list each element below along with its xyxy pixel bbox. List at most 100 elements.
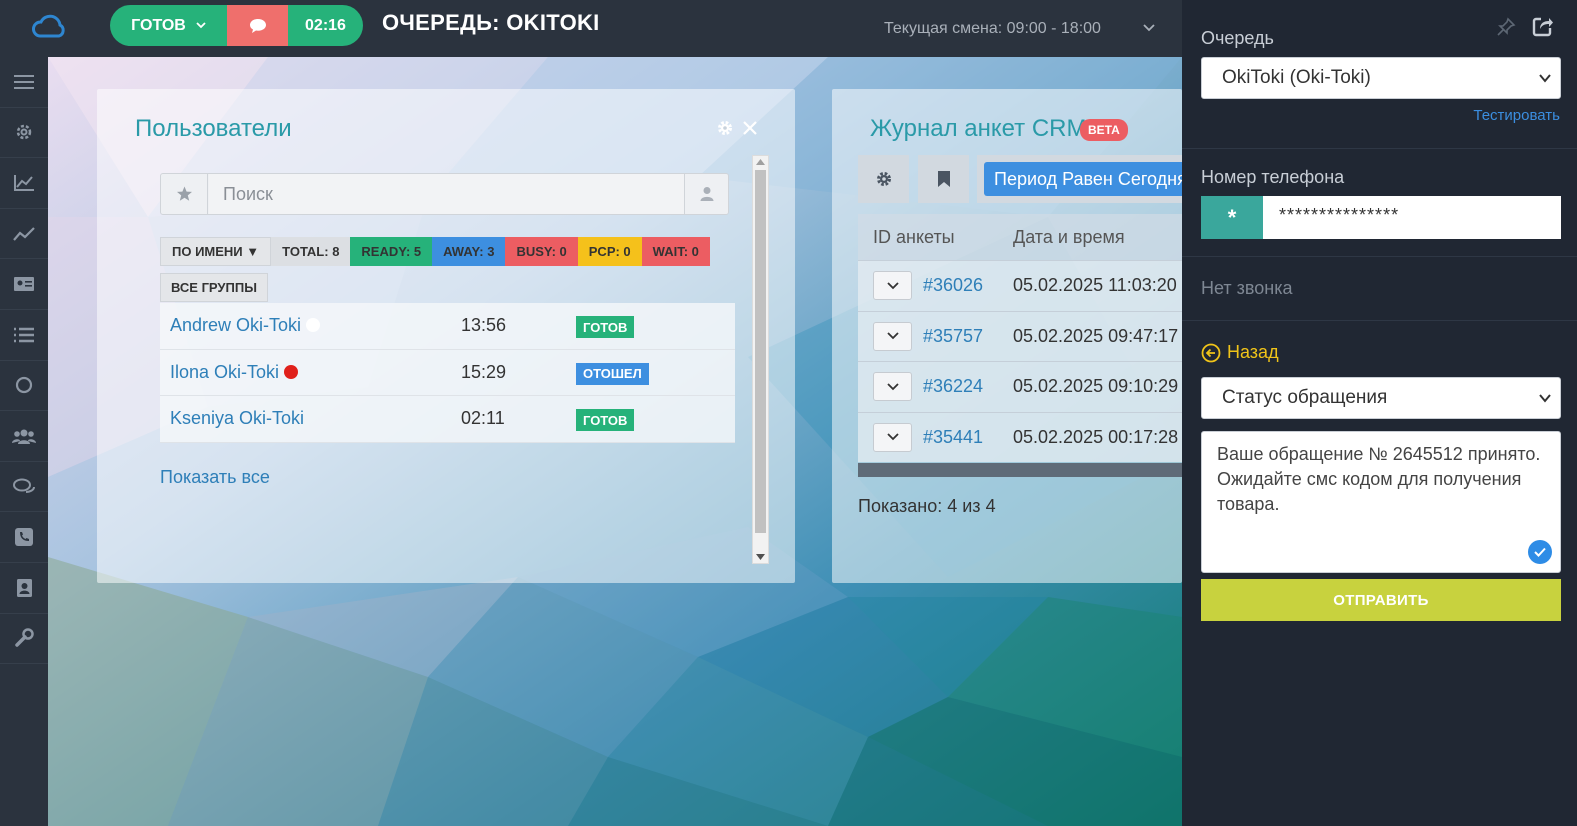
settings-gear-icon[interactable] — [0, 108, 48, 159]
bookmark-icon — [937, 171, 950, 187]
agent-status-label: ГОТОВ — [131, 16, 186, 34]
beta-badge: BETA — [1080, 119, 1128, 141]
filter-pcp[interactable]: PCP: 0 — [577, 237, 642, 266]
close-icon[interactable] — [743, 121, 757, 135]
survey-date: 05.02.2025 00:17:28 — [1013, 426, 1179, 447]
period-filter[interactable]: Период Равен Сегодня — [984, 162, 1182, 196]
back-button[interactable]: Назад — [1201, 342, 1279, 363]
asterisk-icon[interactable]: * — [1201, 196, 1263, 239]
chat-button[interactable] — [227, 5, 288, 46]
filter-busy[interactable]: BUSY: 0 — [505, 237, 578, 266]
filter-wait[interactable]: WAIT: 0 — [641, 237, 710, 266]
expand-row-button[interactable] — [873, 422, 912, 452]
status-badge: ОТОШЕЛ — [576, 362, 649, 385]
agent-status-group: ГОТОВ 02:16 — [110, 5, 363, 46]
arrow-left-circle-icon — [1201, 343, 1221, 362]
shown-count: Показано: 4 из 4 — [858, 496, 996, 516]
area-chart-icon[interactable] — [0, 158, 48, 209]
expand-row-button[interactable] — [873, 271, 912, 300]
queue-title: ОЧЕРЕДЬ: OKITOKI — [382, 10, 600, 35]
crm-journal-panel: Журнал анкет CRM BETA Период Равен Сегод… — [832, 89, 1182, 583]
filter-ready[interactable]: READY: 5 — [350, 237, 433, 266]
chevron-down-icon — [886, 281, 899, 289]
survey-date: 05.02.2025 09:47:17 — [1013, 325, 1179, 346]
scroll-up-icon[interactable] — [756, 159, 765, 165]
call-control-panel: Очередь OkiToki (Oki-Toki) Тестировать Н… — [1182, 0, 1577, 826]
expand-row-button[interactable] — [873, 372, 912, 402]
shift-label[interactable]: Текущая смена: 09:00 - 18:00 — [884, 20, 1101, 38]
expand-row-button[interactable] — [873, 321, 912, 351]
show-all-link[interactable]: Показать все — [160, 467, 270, 488]
crm-bookmark-button[interactable] — [918, 155, 969, 203]
phone-number-field[interactable]: * *************** — [1201, 196, 1561, 239]
user-name[interactable]: Kseniya Oki-Toki — [170, 408, 304, 428]
chevron-down-icon — [886, 433, 899, 441]
star-icon[interactable] — [161, 174, 208, 214]
wrench-icon[interactable] — [0, 614, 48, 665]
column-id-header[interactable]: ID анкеты — [873, 227, 955, 248]
agent-status-dropdown[interactable]: ГОТОВ — [110, 5, 227, 46]
chat-icon[interactable] — [0, 462, 48, 513]
line-chart-icon[interactable] — [0, 209, 48, 260]
column-date-header[interactable]: Дата и время — [1013, 227, 1125, 248]
user-search-box — [160, 173, 729, 215]
crm-horizontal-scrollbar[interactable] — [858, 463, 1182, 477]
status-timer: 02:16 — [288, 5, 363, 46]
back-label: Назад — [1227, 342, 1279, 362]
menu-icon[interactable] — [0, 57, 48, 108]
check-icon — [1528, 540, 1552, 564]
table-row: #36026 05.02.2025 11:03:20 — [858, 260, 1182, 311]
cloud-logo-icon[interactable] — [30, 11, 70, 41]
filter-away[interactable]: AWAY: 3 — [432, 237, 506, 266]
message-textarea[interactable]: Ваше обращение № 2645512 принято. Ожидай… — [1201, 431, 1561, 573]
user-search-input[interactable] — [209, 174, 684, 214]
chevron-down-icon[interactable] — [1143, 24, 1155, 32]
survey-id-link[interactable]: #35441 — [923, 427, 983, 448]
scroll-down-icon[interactable] — [756, 554, 765, 560]
user-status-time: 15:29 — [461, 361, 507, 382]
chevron-down-icon — [196, 22, 206, 29]
chevron-down-icon — [886, 383, 899, 390]
filter-total[interactable]: TOTAL: 8 — [271, 237, 351, 266]
survey-id-link[interactable]: #36026 — [923, 275, 983, 296]
sort-by-name-button[interactable]: ПО ИМЕНИ ▼ — [160, 237, 272, 266]
survey-id-link[interactable]: #35757 — [923, 326, 983, 347]
crm-table: ID анкеты Дата и время #36026 05.02.2025… — [858, 214, 1182, 463]
send-button[interactable]: ОТПРАВИТЬ — [1201, 579, 1561, 621]
test-link[interactable]: Тестировать — [1473, 107, 1560, 124]
gear-icon[interactable] — [716, 119, 734, 137]
table-row: Kseniya Oki-Toki 02:11 ГОТОВ — [160, 396, 735, 443]
table-row: #35441 05.02.2025 00:17:28 — [858, 411, 1182, 463]
scroll-thumb[interactable] — [755, 170, 766, 533]
top-bar: ГОТОВ 02:16 ОЧЕРЕДЬ: OKITOKI Текущая сме… — [0, 0, 1182, 57]
chevron-down-icon — [1539, 394, 1551, 403]
queue-label: Очередь — [1201, 28, 1274, 48]
divider — [1182, 256, 1577, 257]
external-link-icon[interactable] — [1532, 15, 1554, 37]
phone-number-value[interactable]: *************** — [1263, 196, 1561, 239]
user-name[interactable]: Ilona Oki-Toki — [170, 362, 279, 382]
presence-dot — [306, 318, 321, 332]
users-group-icon[interactable] — [0, 411, 48, 462]
phone-icon[interactable] — [0, 512, 48, 563]
left-navigation — [0, 57, 48, 826]
circle-icon[interactable] — [0, 361, 48, 412]
user-name[interactable]: Andrew Oki-Toki — [170, 315, 301, 335]
users-panel: Пользователи ПО ИМЕНИ ▼ TOTAL: 8 READY: … — [97, 89, 795, 583]
contact-card-icon[interactable] — [0, 259, 48, 310]
gear-icon — [876, 172, 891, 186]
table-header: ID анкеты Дата и время — [858, 214, 1182, 260]
phone-label: Номер телефона — [1201, 167, 1345, 187]
crm-panel-title: Журнал анкет CRM — [870, 115, 1087, 142]
all-groups-button[interactable]: ВСЕ ГРУППЫ — [160, 273, 268, 302]
address-book-icon[interactable] — [0, 563, 48, 614]
pin-icon[interactable] — [1496, 17, 1516, 37]
user-icon[interactable] — [684, 174, 728, 214]
crm-settings-button[interactable] — [858, 155, 909, 203]
survey-id-link[interactable]: #36224 — [923, 376, 983, 397]
table-row: Ilona Oki-Toki 15:29 ОТОШЕЛ — [160, 349, 735, 396]
request-status-select[interactable]: Статус обращения — [1201, 377, 1561, 419]
queue-select[interactable]: OkiToki (Oki-Toki) — [1201, 57, 1561, 99]
list-icon[interactable] — [0, 310, 48, 361]
users-scrollbar[interactable] — [752, 155, 769, 564]
